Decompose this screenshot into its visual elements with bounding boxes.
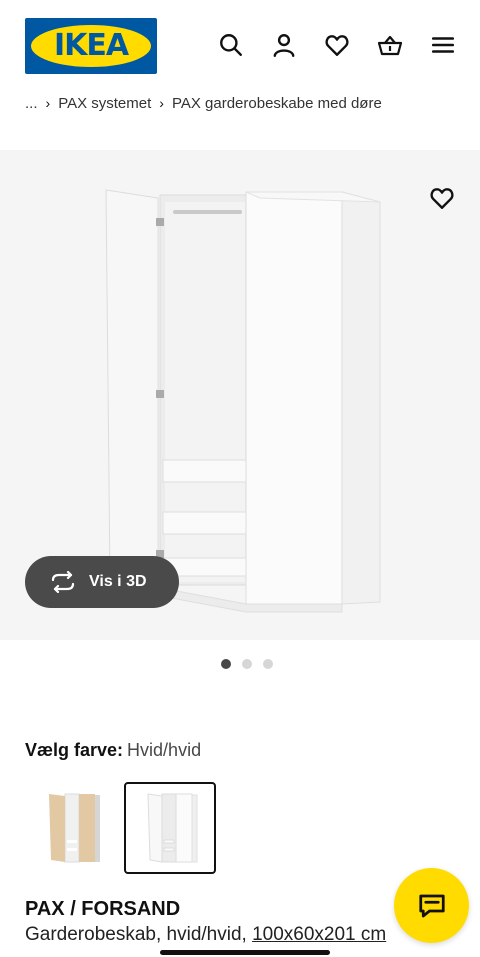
colour-value: Hvid/hvid [127,740,202,760]
product-type: Garderobeskab, hvid/hvid, [25,924,247,945]
carousel-dot[interactable] [221,659,231,669]
colour-option-white[interactable] [124,782,216,874]
breadcrumb: ... › PAX systemet › PAX garderobeskabe … [25,92,382,114]
colour-label-text: Vælg farve: [25,740,124,760]
colour-selector-label: Vælg farve: Hvid/hvid [25,740,201,761]
home-indicator [160,950,330,955]
heart-icon [430,188,454,209]
chat-button[interactable] [394,868,469,943]
basket-icon[interactable] [375,30,405,60]
chevron-right-icon: › [159,95,164,111]
logo-text: IKEA [53,28,129,63]
heart-icon[interactable] [322,30,352,60]
view-in-3d-label: Vis i 3D [89,573,147,590]
chevron-right-icon: › [45,95,51,111]
view-in-3d-button[interactable]: Vis i 3D [25,556,179,608]
carousel-dots [221,659,273,669]
carousel-dot[interactable] [263,659,273,669]
wardrobe-thumbnail [49,793,100,863]
breadcrumb-ellipsis[interactable]: ... [25,95,38,112]
add-to-favourites-button[interactable] [420,176,464,220]
chat-icon [418,894,445,917]
product-name: PAX / FORSAND [25,898,181,920]
product-size-link[interactable]: 100x60x201 cm [252,924,386,945]
breadcrumb-item-pax-wardrobes[interactable]: PAX garderobeskabe med døre [172,95,382,112]
rotate-3d-icon [51,571,75,593]
ikea-logo[interactable]: IKEA [25,18,157,74]
search-icon[interactable] [216,30,246,60]
wardrobe-thumbnail [147,793,198,863]
header: IKEA [0,0,480,92]
product-description: Garderobeskab, hvid/hvid, 100x60x201 cm [25,924,386,946]
user-icon[interactable] [269,30,299,60]
logo-oval: IKEA [31,25,151,67]
colour-option-white-stained-oak[interactable] [25,782,117,874]
breadcrumb-item-pax-system[interactable]: PAX systemet [58,95,151,112]
carousel-dot[interactable] [242,659,252,669]
menu-icon[interactable] [428,30,458,60]
